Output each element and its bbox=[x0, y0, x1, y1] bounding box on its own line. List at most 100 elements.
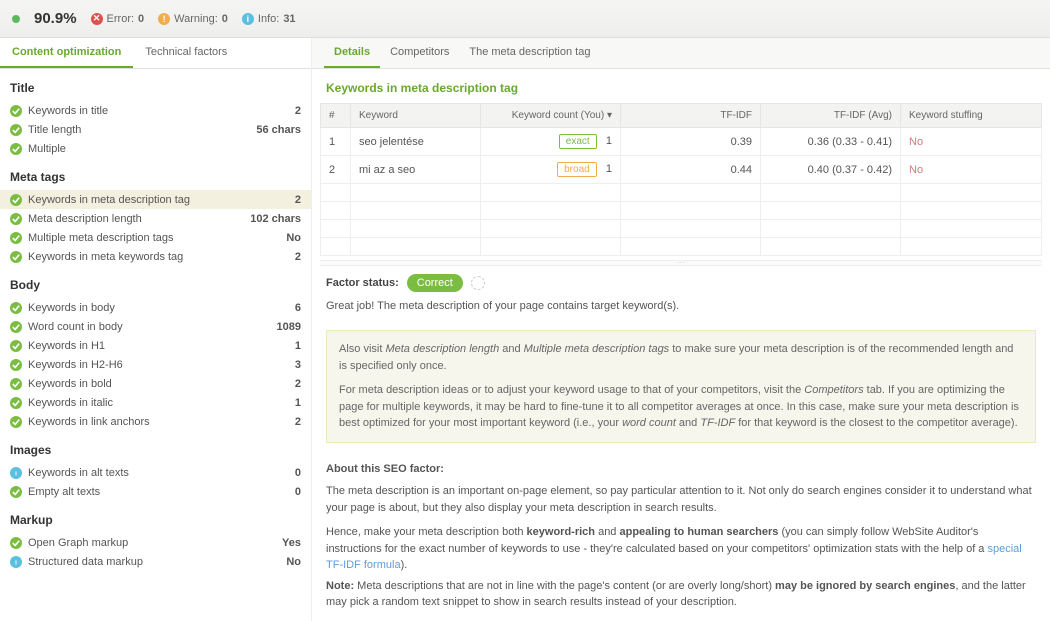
item-value: 2 bbox=[295, 416, 301, 428]
about-section: About this SEO factor: The meta descript… bbox=[312, 451, 1050, 621]
tab-meta-description-tag[interactable]: The meta description tag bbox=[459, 38, 600, 68]
group-title: Images bbox=[0, 431, 311, 463]
item-label: Keywords in bold bbox=[28, 378, 295, 390]
item-value: Yes bbox=[282, 537, 301, 549]
item-value: 102 chars bbox=[250, 213, 301, 225]
item-value: 2 bbox=[295, 251, 301, 263]
tab-competitors[interactable]: Competitors bbox=[380, 38, 459, 68]
item-label: Meta description length bbox=[28, 213, 250, 225]
error-icon: ✕ bbox=[91, 13, 103, 25]
table-row-empty bbox=[321, 184, 1042, 202]
sidebar-item[interactable]: Keywords in italic1 bbox=[0, 393, 311, 412]
check-icon bbox=[10, 232, 22, 244]
check-icon bbox=[10, 251, 22, 263]
group-title: Body bbox=[0, 266, 311, 298]
sidebar-item[interactable]: Keywords in H2-H63 bbox=[0, 355, 311, 374]
sidebar-item[interactable]: Empty alt texts0 bbox=[0, 482, 311, 501]
svg-text:i: i bbox=[15, 470, 17, 477]
item-value: 2 bbox=[295, 194, 301, 206]
item-value: No bbox=[286, 232, 301, 244]
item-label: Keywords in link anchors bbox=[28, 416, 295, 428]
sidebar-item[interactable]: iStructured data markupNo bbox=[0, 552, 311, 571]
item-value: 56 chars bbox=[256, 124, 301, 136]
tab-details[interactable]: Details bbox=[324, 38, 380, 68]
info-icon: i bbox=[242, 13, 254, 25]
sidebar-tabs: Content optimization Technical factors bbox=[0, 38, 311, 69]
sidebar-item[interactable]: Keywords in bold2 bbox=[0, 374, 311, 393]
check-icon bbox=[10, 378, 22, 390]
check-icon bbox=[10, 397, 22, 409]
sidebar-item[interactable]: Keywords in title2 bbox=[0, 101, 311, 120]
item-value: 6 bbox=[295, 302, 301, 314]
item-label: Empty alt texts bbox=[28, 486, 295, 498]
check-icon bbox=[10, 321, 22, 333]
col-num[interactable]: # bbox=[321, 104, 351, 128]
sidebar-item[interactable]: Meta description length102 chars bbox=[0, 209, 311, 228]
col-keyword[interactable]: Keyword bbox=[351, 104, 481, 128]
status-dot bbox=[12, 15, 20, 23]
table-row[interactable]: 1seo jelentéseexact 10.390.36 (0.33 - 0.… bbox=[321, 128, 1042, 156]
sidebar: Content optimization Technical factors T… bbox=[0, 38, 312, 621]
item-label: Keywords in H2-H6 bbox=[28, 359, 295, 371]
refresh-icon[interactable] bbox=[471, 276, 485, 290]
col-count[interactable]: Keyword count (You) ▾ bbox=[481, 104, 621, 128]
item-value: 1 bbox=[295, 397, 301, 409]
sidebar-item[interactable]: Open Graph markupYes bbox=[0, 533, 311, 552]
sidebar-item[interactable]: Keywords in meta description tag2 bbox=[0, 190, 311, 209]
group-title: Meta tags bbox=[0, 158, 311, 190]
item-label: Word count in body bbox=[28, 321, 277, 333]
item-label: Title length bbox=[28, 124, 256, 136]
info-pill[interactable]: iInfo: 31 bbox=[242, 13, 296, 25]
sidebar-item[interactable]: Keywords in body6 bbox=[0, 298, 311, 317]
info-icon: i bbox=[10, 467, 22, 479]
item-label: Keywords in H1 bbox=[28, 340, 295, 352]
sidebar-item[interactable]: Keywords in H11 bbox=[0, 336, 311, 355]
status-message: Great job! The meta description of your … bbox=[312, 300, 1050, 322]
item-label: Multiple meta description tags bbox=[28, 232, 286, 244]
check-icon bbox=[10, 416, 22, 428]
sidebar-item[interactable]: Keywords in meta keywords tag2 bbox=[0, 247, 311, 266]
table-row-empty bbox=[321, 238, 1042, 256]
check-icon bbox=[10, 359, 22, 371]
item-value: 1 bbox=[295, 340, 301, 352]
check-icon bbox=[10, 194, 22, 206]
sidebar-item[interactable]: Multiple meta description tagsNo bbox=[0, 228, 311, 247]
item-value: 0 bbox=[295, 467, 301, 479]
col-tfidf[interactable]: TF-IDF bbox=[621, 104, 761, 128]
group-title: Title bbox=[0, 69, 311, 101]
item-label: Keywords in title bbox=[28, 105, 295, 117]
info-icon: i bbox=[10, 556, 22, 568]
sidebar-item[interactable]: Title length56 chars bbox=[0, 120, 311, 139]
section-title: Keywords in meta description tag bbox=[312, 69, 1050, 103]
sidebar-item[interactable]: Word count in body1089 bbox=[0, 317, 311, 336]
col-stuffing[interactable]: Keyword stuffing bbox=[901, 104, 1042, 128]
warning-icon: ! bbox=[158, 13, 170, 25]
match-tag: exact bbox=[559, 134, 597, 149]
check-icon bbox=[10, 302, 22, 314]
check-icon bbox=[10, 340, 22, 352]
item-label: Keywords in meta keywords tag bbox=[28, 251, 295, 263]
item-label: Keywords in body bbox=[28, 302, 295, 314]
main-tabs: Details Competitors The meta description… bbox=[312, 38, 1050, 69]
item-label: Open Graph markup bbox=[28, 537, 282, 549]
match-tag: broad bbox=[557, 162, 597, 177]
check-icon bbox=[10, 105, 22, 117]
error-pill[interactable]: ✕Error: 0 bbox=[91, 13, 145, 25]
warning-pill[interactable]: !Warning: 0 bbox=[158, 13, 228, 25]
table-row[interactable]: 2mi az a seobroad 10.440.40 (0.37 - 0.42… bbox=[321, 156, 1042, 184]
group-title: Markup bbox=[0, 501, 311, 533]
keywords-table: # Keyword Keyword count (You) ▾ TF-IDF T… bbox=[320, 103, 1042, 256]
item-label: Structured data markup bbox=[28, 556, 286, 568]
main-panel: Details Competitors The meta description… bbox=[312, 38, 1050, 621]
col-tfidf-avg[interactable]: TF-IDF (Avg) bbox=[761, 104, 901, 128]
factor-status-badge: Correct bbox=[407, 274, 463, 292]
tab-content-optimization[interactable]: Content optimization bbox=[0, 38, 133, 68]
sidebar-item[interactable]: iKeywords in alt texts0 bbox=[0, 463, 311, 482]
table-row-empty bbox=[321, 202, 1042, 220]
sidebar-item[interactable]: Keywords in link anchors2 bbox=[0, 412, 311, 431]
tab-technical-factors[interactable]: Technical factors bbox=[133, 38, 239, 68]
check-icon bbox=[10, 143, 22, 155]
item-value: 2 bbox=[295, 378, 301, 390]
item-label: Multiple tags</span><span class="val" da… bbox=[28, 143, 301, 155]
sidebar-item[interactable]: Multiple tags</span><span class="val" da… bbox=[0, 139, 311, 158]
